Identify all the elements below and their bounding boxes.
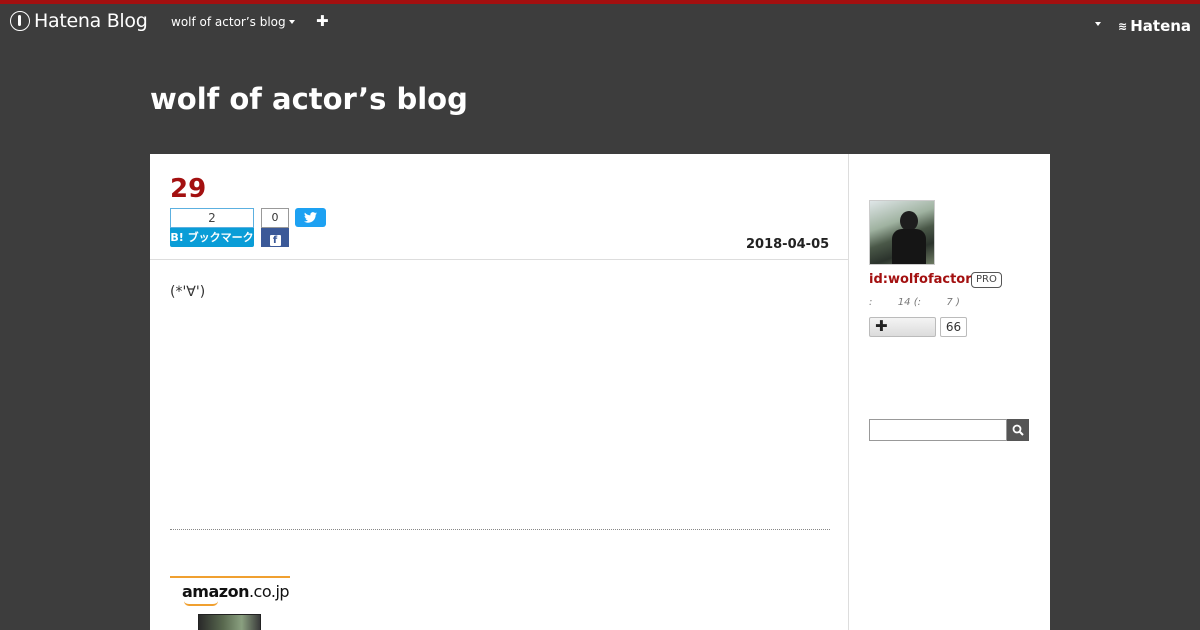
search-button[interactable] [1007, 419, 1029, 441]
hatena-menu[interactable]: ≋ Hatena [1118, 17, 1191, 35]
follower-count[interactable]: 66 [940, 317, 967, 337]
hatena-label: Hatena [1130, 17, 1192, 35]
amazon-logo-text: amazon [182, 582, 249, 601]
content-wrapper: 29 2 B! ブックマーク 0 f 2018-04-05 (*'∀') ama… [150, 154, 1050, 630]
logo-text: Hatena Blog [34, 10, 148, 32]
twitter-share-button[interactable] [295, 208, 326, 227]
chevron-down-icon [288, 20, 295, 24]
entry-footer-divider [170, 529, 830, 530]
search-input[interactable] [869, 419, 1007, 441]
user-menu-chevron-down-icon[interactable] [1095, 22, 1101, 26]
search-icon [1012, 424, 1024, 436]
sidebar: id:wolfofactor PRO : 14 (: 7 ) ✚ 66 [850, 154, 1050, 630]
facebook-share-button[interactable]: f [261, 228, 289, 247]
amazon-smile-icon [184, 601, 218, 606]
amazon-logo: amazon.co.jp [182, 582, 290, 601]
plus-icon[interactable]: ✚ [316, 12, 329, 30]
avatar-body [892, 229, 926, 264]
plus-icon: ✚ [875, 317, 888, 335]
facebook-share-count[interactable]: 0 [261, 208, 289, 228]
hatena-mark-icon: ≋ [1118, 19, 1128, 33]
twitter-icon [304, 212, 317, 223]
entry-header-divider [150, 259, 849, 260]
profile-id-link[interactable]: id:wolfofactor [869, 272, 972, 287]
pro-badge[interactable]: PRO [971, 272, 1002, 288]
profile-stats: : 14 (: 7 ) [869, 297, 960, 308]
hatena-bookmark-count[interactable]: 2 [170, 208, 254, 228]
global-header: Hatena Blog wolf of actor’s blog ✚ ≋ Hat… [0, 4, 1200, 40]
amazon-product-thumbnail[interactable] [198, 614, 261, 630]
hatena-bookmark-button[interactable]: B! ブックマーク [170, 228, 254, 247]
entry-body-text: (*'∀') [170, 284, 206, 300]
amazon-ad[interactable]: amazon.co.jp [170, 576, 290, 630]
blog-title[interactable]: wolf of actor’s blog [150, 82, 468, 116]
hatena-blog-logo[interactable]: Hatena Blog [10, 10, 148, 32]
amazon-logo-suffix: .co.jp [248, 582, 290, 601]
facebook-icon: f [269, 235, 281, 246]
blog-menu-label: wolf of actor’s blog [171, 15, 286, 29]
entry-date[interactable]: 2018-04-05 [746, 237, 829, 252]
main-column: 29 2 B! ブックマーク 0 f 2018-04-05 (*'∀') ama… [150, 154, 849, 630]
entry-title[interactable]: 29 [170, 174, 206, 204]
follow-button[interactable]: ✚ [869, 317, 936, 337]
blog-menu-dropdown[interactable]: wolf of actor’s blog [171, 15, 295, 29]
avatar[interactable] [869, 200, 935, 265]
hatena-bottle-icon [10, 11, 30, 31]
avatar-head [900, 211, 918, 231]
